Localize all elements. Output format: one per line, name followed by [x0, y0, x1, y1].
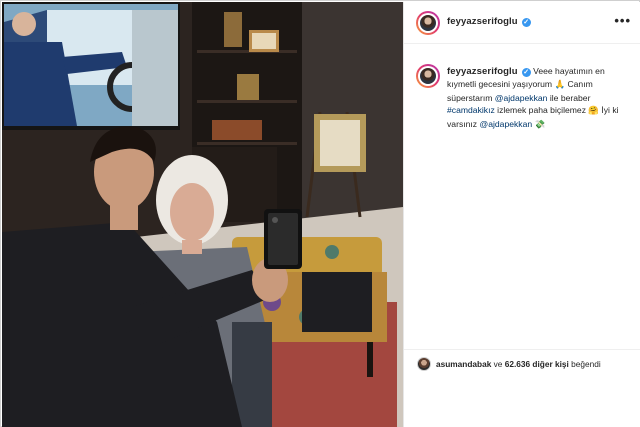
hug-emoji-icon: 🤗	[588, 106, 599, 117]
instagram-post-frame: feyyazserifoglu ✓ ••• feyyazserifoglu ✓ Ve…	[0, 0, 640, 427]
post-photo[interactable]	[2, 2, 403, 427]
caption-username[interactable]: feyyazserifoglu	[447, 66, 518, 77]
money-emoji-icon: 💸	[534, 119, 546, 130]
post-sidebar: feyyazserifoglu ✓ ••• feyyazserifoglu ✓ Ve…	[403, 2, 640, 427]
likes-row: asumandabak ve 62.636 diğer kişi beğendi	[404, 349, 640, 379]
caption-segment: izlemek paha biçilemez	[494, 105, 589, 116]
pray-emoji-icon: 🙏	[554, 80, 566, 91]
mention-link[interactable]: @ajdapekkan	[495, 93, 548, 103]
verified-badge-icon: ✓	[521, 18, 531, 27]
post-header: feyyazserifoglu ✓ •••	[404, 2, 640, 44]
more-options-icon[interactable]: •••	[614, 13, 631, 28]
liker-username[interactable]: asumandabak	[436, 359, 491, 369]
likes-count[interactable]: 62.636 diğer kişi	[505, 359, 569, 369]
caption-segment: ile beraber	[547, 92, 591, 103]
photo-illustration	[2, 2, 403, 427]
caption-text: feyyazserifoglu ✓ Veee hayatımın en kıyme…	[447, 65, 632, 131]
hashtag-link[interactable]: #camdakikız	[447, 105, 495, 115]
mention-link[interactable]: @ajdapekkan	[479, 119, 532, 129]
liker-avatar[interactable]	[417, 357, 431, 371]
author-username[interactable]: feyyazserifoglu ✓	[447, 16, 531, 27]
author-avatar[interactable]	[416, 11, 440, 35]
verified-badge-icon: ✓	[521, 68, 531, 77]
likes-text: asumandabak ve 62.636 diğer kişi beğendi	[436, 359, 601, 369]
caption-avatar[interactable]	[416, 64, 440, 88]
